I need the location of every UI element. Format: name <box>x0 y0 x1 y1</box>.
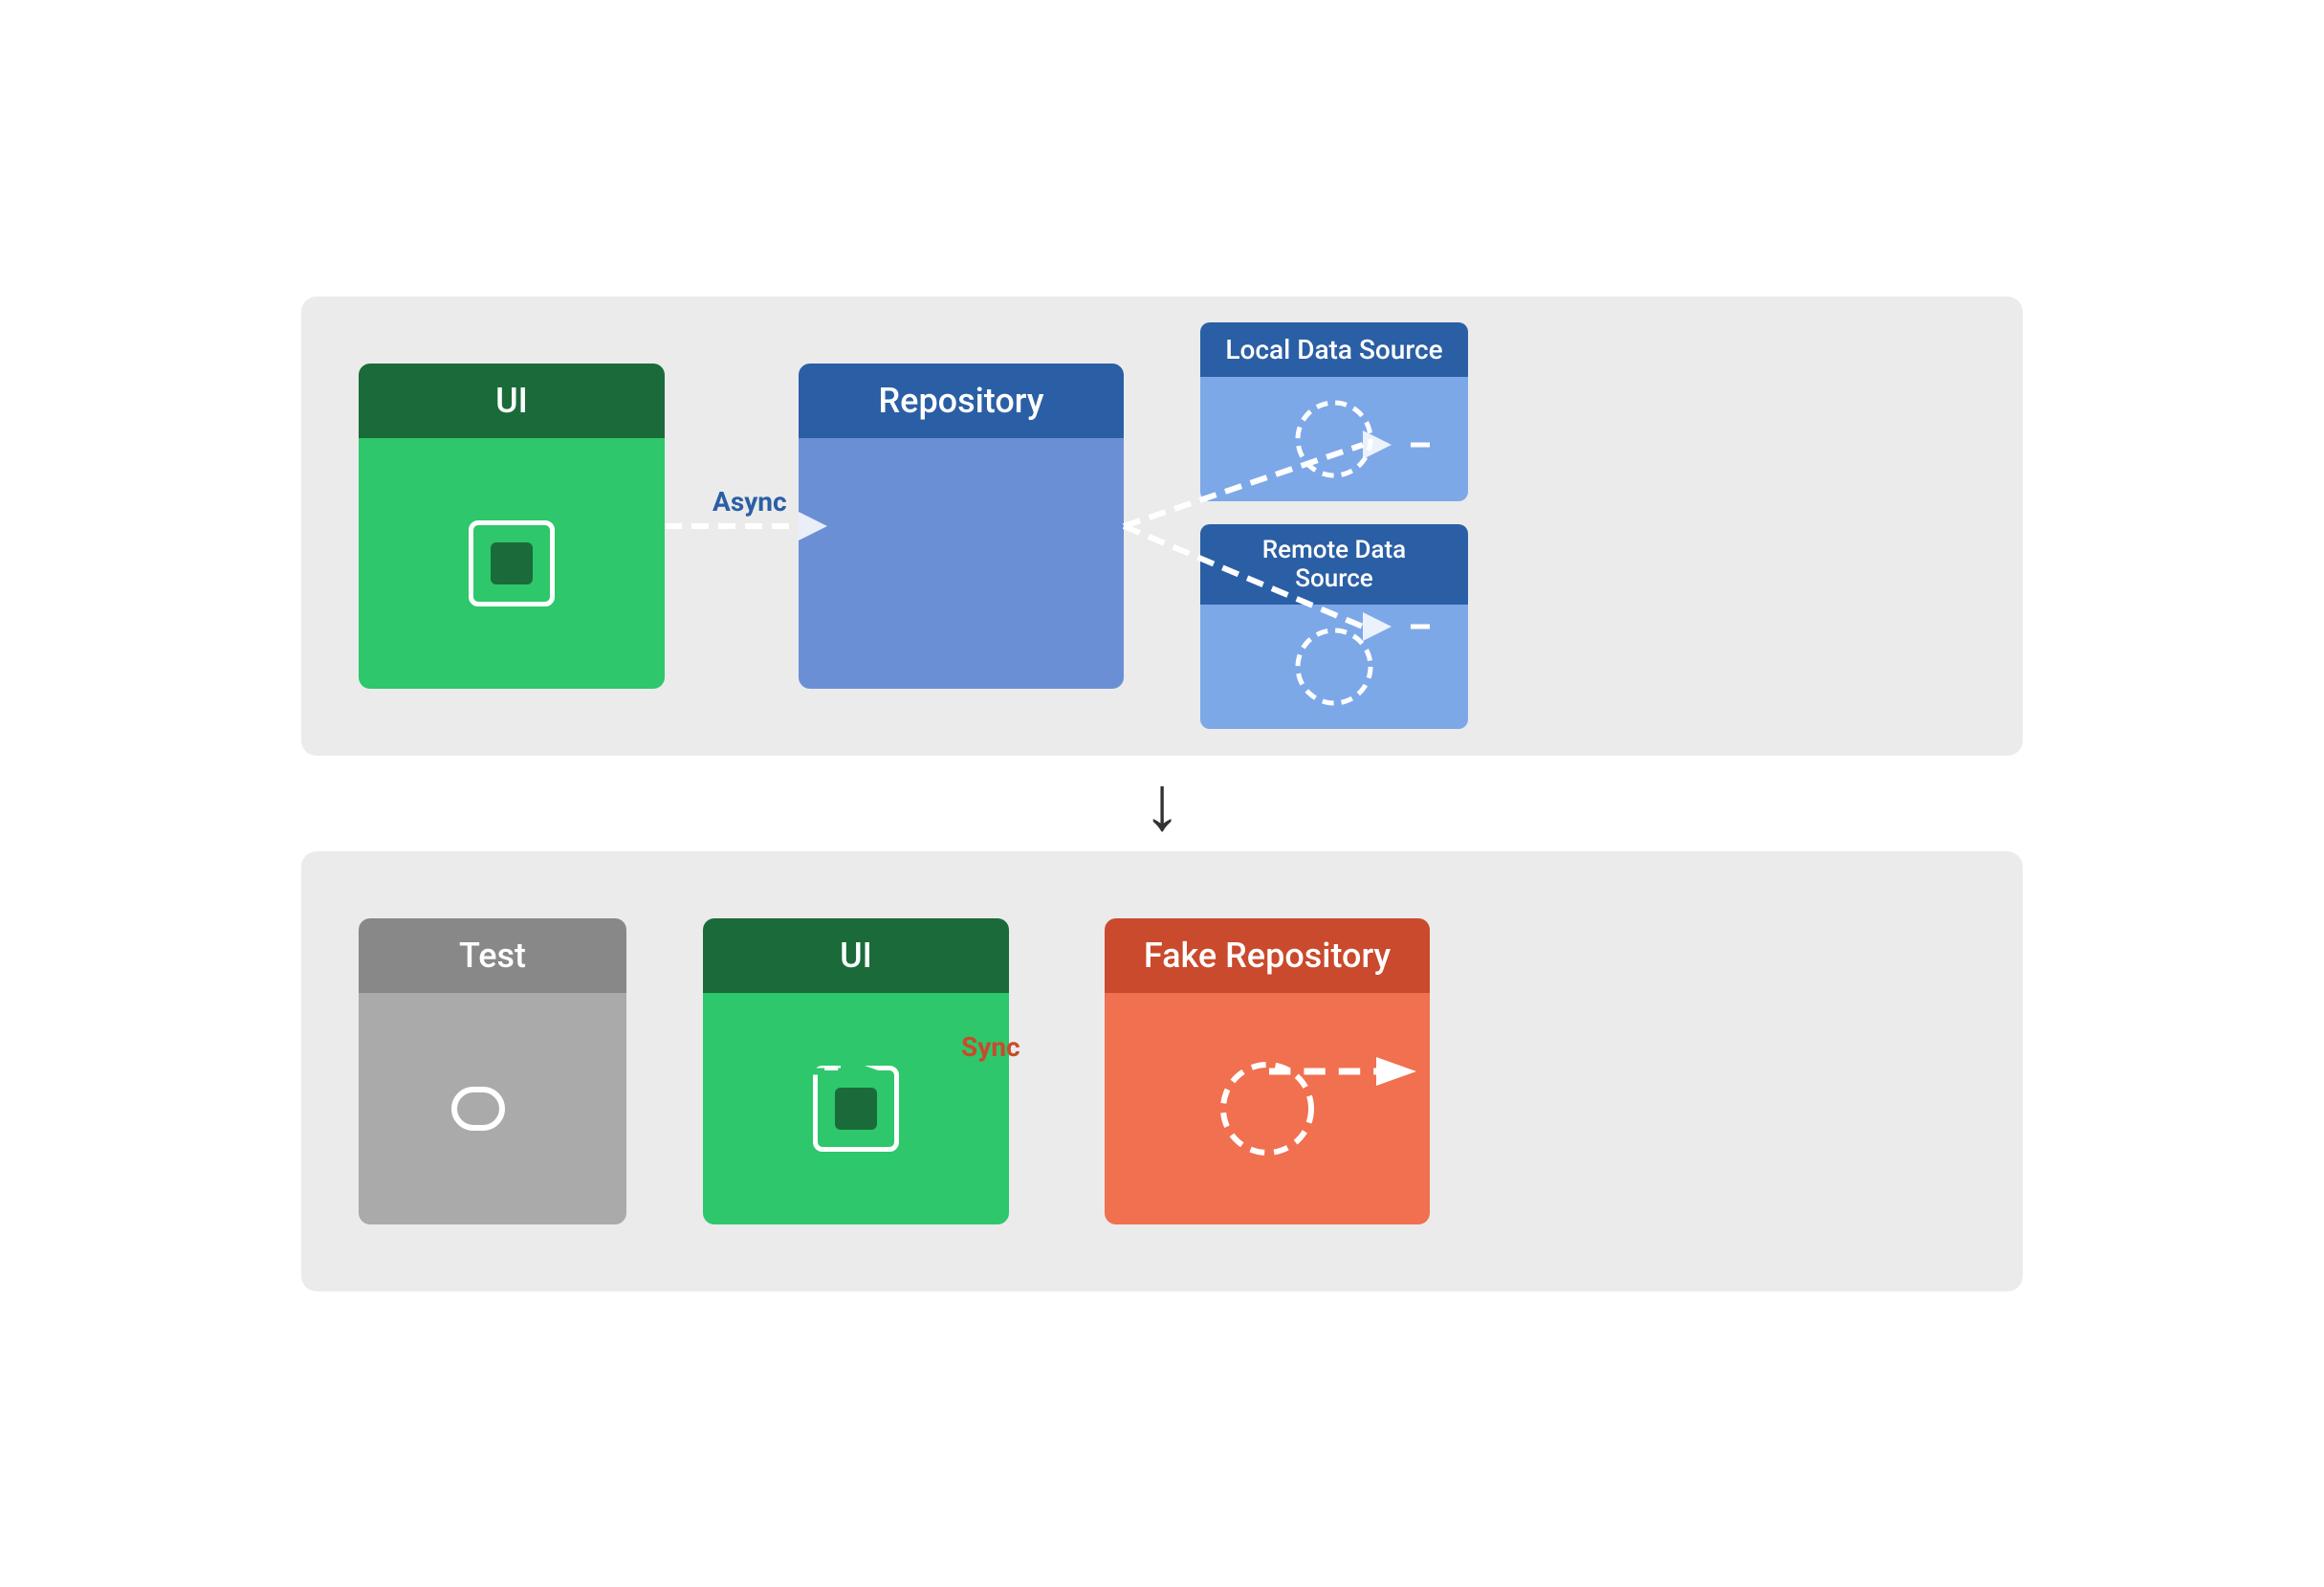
bottom-diagram: Test UI <box>301 851 2023 1291</box>
repo-body <box>799 438 1124 689</box>
repo-label: Repository <box>879 381 1044 421</box>
test-plug-icon <box>449 1075 536 1142</box>
down-arrow: ↓ <box>1143 756 1181 851</box>
fake-repo-header: Fake Repository <box>1105 918 1430 993</box>
ui-header-top: UI <box>359 364 665 438</box>
ui-block-bottom: UI <box>703 918 1009 1224</box>
test-block: Test <box>359 918 626 1224</box>
repo-header: Repository <box>799 364 1124 438</box>
local-ds-block: Local Data Source <box>1200 322 1468 501</box>
ui-icon-top <box>469 520 555 606</box>
ui-label-bottom: UI <box>840 936 872 976</box>
remote-ds-body <box>1200 605 1468 729</box>
test-label: Test <box>459 936 526 976</box>
main-wrapper: UI Async Repository <box>301 297 2023 1291</box>
down-arrow-symbol: ↓ <box>1143 765 1181 842</box>
top-diagram-inner: UI Async Repository <box>359 344 1965 708</box>
repo-block: Repository <box>799 364 1124 689</box>
ui-icon-inner-top <box>491 542 533 584</box>
local-ds-header: Local Data Source <box>1200 322 1468 377</box>
sync-text: Sync <box>961 1031 1020 1063</box>
sync-label: Sync <box>961 1031 1020 1063</box>
test-header: Test <box>359 918 626 993</box>
local-ds-label: Local Data Source <box>1225 334 1442 365</box>
data-sources-col: Local Data Source Remote Data Source <box>1200 322 1468 729</box>
async-text: Async <box>713 486 787 518</box>
fake-repo-label: Fake Repository <box>1144 936 1391 976</box>
ui-body-top <box>359 438 665 689</box>
remote-ds-header: Remote Data Source <box>1200 524 1468 605</box>
fake-repo-body <box>1105 993 1430 1224</box>
ui-label-top: UI <box>495 381 528 421</box>
local-ds-circle-icon <box>1291 396 1377 482</box>
top-diagram: UI Async Repository <box>301 297 2023 756</box>
fake-repo-block: Fake Repository <box>1105 918 1430 1224</box>
async-label: Async <box>713 486 787 518</box>
fake-repo-circle-icon <box>1215 1056 1320 1161</box>
local-ds-body <box>1200 377 1468 501</box>
ui-block-top: UI <box>359 364 665 689</box>
ui-header-bottom: UI <box>703 918 1009 993</box>
bottom-diagram-inner: Test UI <box>359 899 1965 1244</box>
test-body <box>359 993 626 1224</box>
ui-icon-bottom <box>813 1066 899 1152</box>
remote-ds-circle-icon <box>1291 624 1377 710</box>
ui-icon-inner-bottom <box>835 1088 877 1130</box>
remote-ds-label: Remote Data Source <box>1208 536 1460 593</box>
ui-body-bottom <box>703 993 1009 1224</box>
remote-ds-block: Remote Data Source <box>1200 524 1468 729</box>
